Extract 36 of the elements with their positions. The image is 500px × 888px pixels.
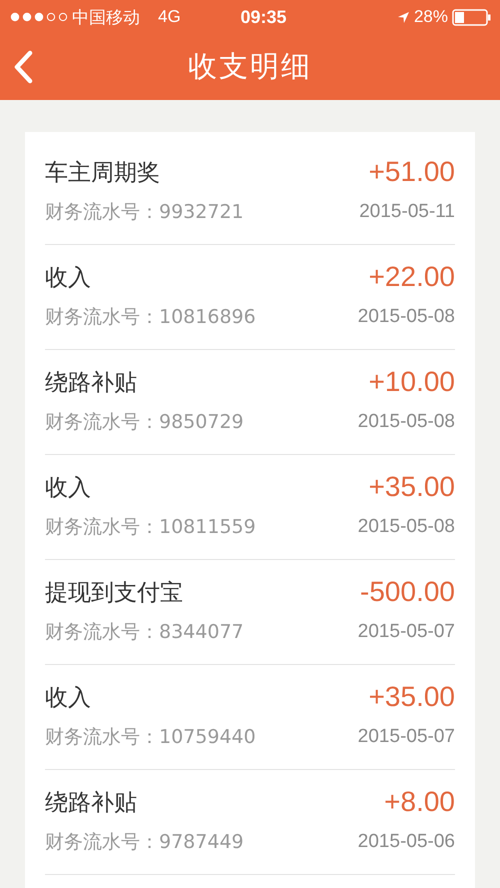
record-title: 绕路补贴 [45, 788, 137, 818]
amount: +8.00 [384, 786, 455, 818]
network-type: 4G [158, 7, 181, 27]
carrier-name: 中国移动 [72, 6, 140, 28]
battery-icon [452, 8, 492, 26]
serial-number: 财务流水号：9787449 [45, 830, 244, 855]
serial-number: 财务流水号：9850729 [45, 410, 244, 435]
amount: +22.00 [368, 261, 455, 293]
record-date: 2015-05-07 [358, 621, 455, 643]
amount: +51.00 [368, 156, 455, 188]
record-title: 收入 [45, 684, 91, 712]
amount: +35.00 [368, 471, 455, 503]
serial-number: 财务流水号：10759440 [45, 725, 256, 750]
record-date: 2015-05-08 [358, 516, 455, 538]
record-date: 2015-05-08 [358, 411, 455, 433]
record-title: 绕路补贴 [45, 368, 137, 398]
record-title: 收入 [45, 264, 91, 292]
battery-percent: 28% [414, 7, 448, 27]
amount: +10.00 [368, 366, 455, 398]
record-date: 2015-05-11 [359, 201, 455, 223]
page-title: 收支明细 [188, 48, 312, 85]
amount: -500.00 [360, 576, 455, 608]
record-date: 2015-05-07 [358, 726, 455, 748]
amount: +35.00 [368, 681, 455, 713]
record-title: 提现到支付宝 [45, 578, 183, 608]
serial-number: 财务流水号：9932721 [45, 200, 244, 225]
record-title: 收入 [45, 474, 91, 502]
serial-number: 财务流水号：10816896 [45, 305, 256, 330]
record-title: 车主周期奖 [45, 158, 160, 188]
serial-number: 财务流水号：10811559 [45, 515, 256, 540]
signal-icon [10, 12, 68, 22]
record-date: 2015-05-08 [358, 306, 455, 328]
serial-number: 财务流水号：8344077 [45, 620, 244, 645]
location-arrow-icon [396, 10, 410, 24]
clock-time: 09:35 [240, 6, 286, 28]
record-date: 2015-05-06 [358, 831, 455, 853]
